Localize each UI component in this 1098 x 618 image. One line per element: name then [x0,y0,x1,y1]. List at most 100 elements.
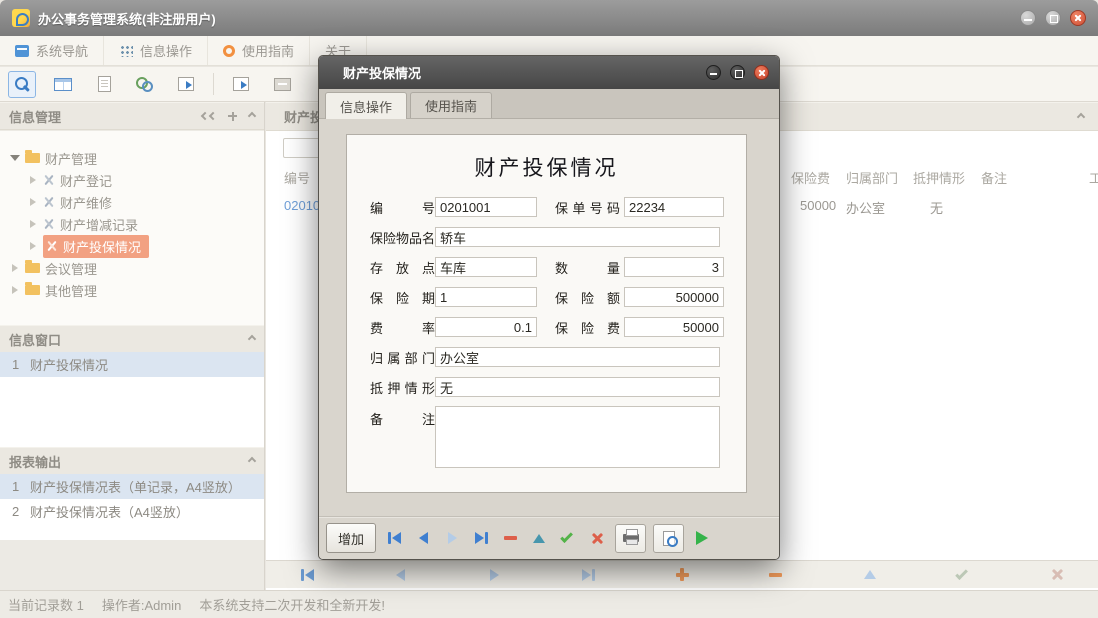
table-button[interactable] [49,71,77,98]
tree-item-label: 财产管理 [45,149,97,168]
insured-item-field[interactable] [435,227,720,247]
insurance-period-field[interactable] [435,287,537,307]
print-button[interactable] [615,524,646,553]
table-cell[interactable]: 50000 [800,198,836,213]
expand-arrow-icon[interactable] [10,286,20,294]
minimize-icon[interactable] [1020,10,1036,26]
move-up-button[interactable] [859,564,881,586]
close-icon[interactable] [1070,10,1086,26]
tree-item-other-mgmt[interactable]: 其他管理 [0,279,264,301]
tree-item-property-insurance[interactable]: 财产投保情况 [0,235,264,257]
dialog-cancel-button[interactable] [586,527,608,549]
premium-field[interactable] [624,317,724,337]
field-label: 抵押情形 [370,378,435,397]
tree-item-property-register[interactable]: 财产登记 [0,169,264,191]
titlebar: 办公事务管理系统(非注册用户) [0,0,1098,36]
table-cell[interactable]: 无 [930,198,943,217]
dialog-last-record-button[interactable] [470,527,492,549]
expand-arrow-icon[interactable] [10,155,20,161]
insured-amount-field[interactable] [624,287,724,307]
tree-item-label: 财产维修 [60,193,112,212]
column-header[interactable]: 编号 [284,168,310,187]
collapse-up-icon[interactable] [248,335,256,343]
delete-record-button[interactable] [765,564,787,586]
dialog-tab-guide[interactable]: 使用指南 [410,92,492,118]
list-item[interactable]: 2 财产投保情况表（A4竖放） [0,499,264,524]
mortgage-field[interactable] [435,377,720,397]
send-button[interactable] [227,71,255,98]
tab-info-ops[interactable]: 信息操作 [104,36,208,65]
expand-arrow-icon[interactable] [28,242,38,250]
expand-arrow-icon[interactable] [28,220,38,228]
expand-arrow-icon[interactable] [28,198,38,206]
search-button[interactable] [8,71,36,98]
collapse-up-icon[interactable] [248,457,256,465]
column-header[interactable]: 工 [1089,168,1098,187]
maximize-icon[interactable] [1045,10,1061,26]
run-button[interactable] [691,527,713,549]
last-record-button[interactable] [577,564,599,586]
confirm-button[interactable] [952,564,974,586]
folder-icon [25,285,40,295]
column-header[interactable]: 归属部门 [846,168,898,187]
tab-system-nav[interactable]: 系统导航 [0,36,104,65]
quantity-field[interactable] [624,257,724,277]
table-cell[interactable]: 办公室 [846,198,885,217]
insert-record-button[interactable] [671,564,693,586]
panel-title: 报表输出 [9,452,61,471]
list-item[interactable]: 1 财产投保情况 [0,352,264,377]
tools-icon [43,218,55,230]
collapse-left-icon[interactable] [202,113,216,119]
panel-header-reports: 报表输出 [0,447,264,475]
dialog-first-record-button[interactable] [383,527,405,549]
tree-item-property-repair[interactable]: 财产维修 [0,191,264,213]
tree-item-property-change[interactable]: 财产增减记录 [0,213,264,235]
add-button[interactable]: 增加 [326,523,376,553]
list-item[interactable]: 1 财产投保情况表（单记录，A4竖放） [0,474,264,499]
dialog-maximize-icon[interactable] [730,65,745,80]
settings-button[interactable] [131,71,159,98]
dialog-prev-record-button[interactable] [412,527,434,549]
collapse-up-icon[interactable] [248,112,256,120]
tab-guide[interactable]: 使用指南 [208,36,310,65]
cancel-button[interactable] [1046,564,1068,586]
dialog-close-icon[interactable] [754,65,769,80]
policy-number-field[interactable] [624,197,724,217]
column-header[interactable]: 抵押情形 [913,168,965,187]
gears-icon [136,77,154,92]
remarks-field[interactable] [435,406,720,468]
column-header[interactable]: 备注 [981,168,1007,187]
collapse-up-icon[interactable] [1077,112,1085,120]
id-field[interactable] [435,197,537,217]
first-record-button[interactable] [296,564,318,586]
dialog-title: 财产投保情况 [343,63,421,82]
dialog-titlebar[interactable]: 财产投保情况 [319,56,779,89]
dialog-move-up-button[interactable] [528,527,550,549]
preview-button[interactable] [653,524,684,553]
field-label: 数量 [555,258,620,277]
table-icon [54,78,72,91]
column-header[interactable]: 保险费 [791,168,830,187]
export-button[interactable] [172,71,200,98]
prev-record-button[interactable] [390,564,412,586]
document-button[interactable] [90,71,118,98]
dialog-delete-record-button[interactable] [499,527,521,549]
send-icon [233,77,249,91]
plus-icon[interactable] [228,112,237,121]
tree-item-meeting-mgmt[interactable]: 会议管理 [0,257,264,279]
storage-location-field[interactable] [435,257,537,277]
rate-field[interactable] [435,317,537,337]
department-field[interactable] [435,347,720,367]
dialog-confirm-button[interactable] [557,527,579,549]
expand-arrow-icon[interactable] [10,264,20,272]
archive-button[interactable] [268,71,296,98]
expand-arrow-icon[interactable] [28,176,38,184]
dialog-next-record-button[interactable] [441,527,463,549]
dots-grid-icon [119,44,133,57]
panel-header-info: 信息管理 [0,102,264,130]
dialog-minimize-icon[interactable] [706,65,721,80]
tools-icon [43,196,55,208]
next-record-button[interactable] [484,564,506,586]
dialog-tab-info-ops[interactable]: 信息操作 [325,92,407,119]
tree-item-property-mgmt[interactable]: 财产管理 [0,147,264,169]
